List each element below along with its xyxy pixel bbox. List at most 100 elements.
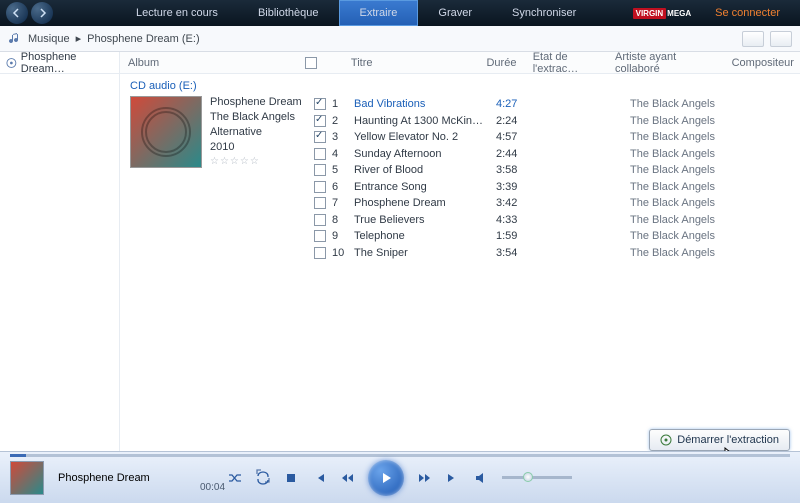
col-status[interactable]: État de l'extrac…: [527, 52, 609, 75]
track-row[interactable]: 4Sunday Afternoon2:44The Black Angels: [308, 146, 800, 163]
title-bar: Lecture en coursBibliothèqueExtraireGrav…: [0, 0, 800, 26]
album-name: Phosphene Dream: [210, 96, 302, 108]
track-duration: 2:44: [496, 148, 544, 160]
tab-lecture-en-cours[interactable]: Lecture en cours: [116, 0, 238, 26]
rewind-button[interactable]: [340, 471, 354, 485]
track-duration: 4:57: [496, 131, 544, 143]
track-title: Haunting At 1300 McKin…: [354, 115, 496, 127]
volume-slider[interactable]: [502, 476, 572, 479]
track-checkbox[interactable]: [314, 164, 326, 176]
track-checkbox[interactable]: [314, 230, 326, 242]
track-number: 6: [332, 181, 354, 193]
back-button[interactable]: [6, 2, 28, 24]
album-art[interactable]: [130, 96, 202, 168]
track-duration: 3:58: [496, 164, 544, 176]
track-checkbox[interactable]: [314, 214, 326, 226]
track-artist: The Black Angels: [630, 214, 752, 226]
track-checkbox[interactable]: [314, 197, 326, 209]
col-composer[interactable]: Compositeur: [726, 57, 800, 69]
track-artist: The Black Angels: [630, 230, 752, 242]
start-rip-button[interactable]: Démarrer l'extraction: [649, 429, 790, 451]
album-year: 2010: [210, 141, 302, 153]
track-checkbox[interactable]: [314, 131, 326, 143]
track-checkbox[interactable]: [314, 98, 326, 110]
track-artist: The Black Angels: [630, 115, 752, 127]
track-checkbox[interactable]: [314, 148, 326, 160]
shuffle-button[interactable]: [228, 471, 242, 485]
track-duration: 3:54: [496, 247, 544, 259]
now-playing-art[interactable]: [10, 461, 44, 495]
track-row[interactable]: 5River of Blood3:58The Black Angels: [308, 162, 800, 179]
track-title: Entrance Song: [354, 181, 496, 193]
elapsed-time: 00:04: [200, 482, 225, 493]
sidebar-item-label: Phosphene Dream…: [21, 51, 113, 75]
mute-button[interactable]: [474, 471, 488, 485]
tab-synchroniser[interactable]: Synchroniser: [492, 0, 596, 26]
track-artist: The Black Angels: [630, 181, 752, 193]
forward-button[interactable]: [31, 2, 53, 24]
tab-graver[interactable]: Graver: [418, 0, 492, 26]
music-icon: [8, 32, 22, 46]
track-artist: The Black Angels: [630, 164, 752, 176]
sidebar-item-disc[interactable]: Phosphene Dream…: [0, 52, 119, 74]
start-rip-label: Démarrer l'extraction: [677, 434, 779, 446]
track-checkbox[interactable]: [314, 115, 326, 127]
tab-extraire[interactable]: Extraire: [339, 0, 419, 26]
breadcrumb-bar: Musique ▸ Phosphene Dream (E:): [0, 26, 800, 52]
seek-bar[interactable]: [10, 454, 790, 457]
cd-node[interactable]: CD audio (E:): [120, 78, 800, 96]
crumb-root[interactable]: Musique: [28, 33, 70, 45]
repeat-button[interactable]: [256, 471, 270, 485]
track-number: 7: [332, 197, 354, 209]
track-artist: The Black Angels: [630, 197, 752, 209]
track-title: Telephone: [354, 230, 496, 242]
album-info: Phosphene Dream The Black Angels Alterna…: [120, 96, 308, 261]
col-album[interactable]: Album: [120, 57, 299, 69]
track-title: Sunday Afternoon: [354, 148, 496, 160]
login-link[interactable]: Se connecter: [701, 7, 794, 19]
track-number: 10: [332, 247, 354, 259]
sidebar: Phosphene Dream…: [0, 52, 120, 451]
track-checkbox[interactable]: [314, 247, 326, 259]
track-title: Phosphene Dream: [354, 197, 496, 209]
fastfwd-button[interactable]: [418, 471, 432, 485]
track-duration: 3:39: [496, 181, 544, 193]
play-button[interactable]: [368, 460, 404, 496]
track-title: Bad Vibrations: [354, 98, 496, 110]
tab-bibliothèque[interactable]: Bibliothèque: [238, 0, 339, 26]
track-number: 8: [332, 214, 354, 226]
track-row[interactable]: 10The Sniper3:54The Black Angels: [308, 245, 800, 262]
layout-options-button[interactable]: [770, 31, 792, 47]
album-genre: Alternative: [210, 126, 302, 138]
track-row[interactable]: 8True Believers4:33The Black Angels: [308, 212, 800, 229]
prev-button[interactable]: [312, 471, 326, 485]
track-duration: 4:33: [496, 214, 544, 226]
next-button[interactable]: [446, 471, 460, 485]
track-number: 3: [332, 131, 354, 143]
track-row[interactable]: 1Bad Vibrations4:27The Black Angels: [308, 96, 800, 113]
chevron-right-icon: ▸: [76, 32, 82, 45]
track-number: 4: [332, 148, 354, 160]
track-row[interactable]: 2Haunting At 1300 McKin…2:24The Black An…: [308, 113, 800, 130]
col-duration[interactable]: Durée: [480, 57, 526, 69]
track-row[interactable]: 3Yellow Elevator No. 24:57The Black Ange…: [308, 129, 800, 146]
track-duration: 3:42: [496, 197, 544, 209]
track-row[interactable]: 7Phosphene Dream3:42 The Black Angels: [308, 195, 800, 212]
track-list: 1Bad Vibrations4:27The Black Angels2Haun…: [308, 96, 800, 261]
view-options-button[interactable]: [742, 31, 764, 47]
track-duration: 2:24: [496, 115, 544, 127]
crumb-leaf[interactable]: Phosphene Dream (E:): [87, 33, 200, 45]
col-artist[interactable]: Artiste ayant collaboré: [609, 52, 726, 75]
album-rating[interactable]: ☆☆☆☆☆: [210, 156, 302, 167]
track-number: 1: [332, 98, 354, 110]
track-number: 9: [332, 230, 354, 242]
track-row[interactable]: 6Entrance Song3:39 The Black Angels: [308, 179, 800, 196]
track-artist: The Black Angels: [630, 247, 752, 259]
disc-icon: [6, 57, 17, 69]
col-select-all[interactable]: [299, 57, 323, 69]
track-row[interactable]: 9Telephone1:59The Black Angels: [308, 228, 800, 245]
col-title[interactable]: Titre: [345, 57, 481, 69]
stop-button[interactable]: [284, 471, 298, 485]
track-checkbox[interactable]: [314, 181, 326, 193]
shop-link[interactable]: VIRGINMEGA: [623, 8, 702, 19]
